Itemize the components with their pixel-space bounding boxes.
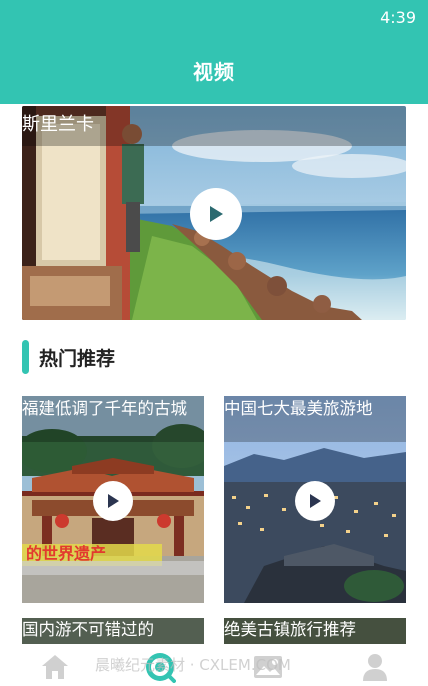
play-icon <box>108 494 119 508</box>
nav-home[interactable] <box>38 650 72 684</box>
home-icon <box>42 655 68 679</box>
watermark: 晨曦纪元素材 · CXLEM.COM <box>95 656 291 674</box>
video-card[interactable]: 中国七大最美旅游地 <box>224 396 406 603</box>
featured-play-button[interactable] <box>190 188 242 240</box>
app-header: 4:39 视频 <box>0 0 428 104</box>
featured-caption: 斯里兰卡 <box>22 106 406 146</box>
card-caption: 绝美古镇旅行推荐 <box>224 620 356 639</box>
nav-user[interactable] <box>358 650 392 684</box>
card-caption: 福建低调了千年的古城 <box>22 396 204 442</box>
video-card[interactable]: 的世界遗产 福建低调了千年的古城 <box>22 396 204 603</box>
section-title: 热门推荐 <box>39 347 116 370</box>
banner-text: 的世界遗产 <box>26 544 106 563</box>
play-icon <box>210 206 223 222</box>
play-icon <box>310 494 321 508</box>
card-play-button[interactable] <box>93 481 133 521</box>
video-card[interactable]: 国内游不可错过的 <box>22 618 204 644</box>
featured-video[interactable]: 斯里兰卡 <box>22 106 406 320</box>
user-icon <box>363 654 387 681</box>
page-title: 视频 <box>193 60 235 84</box>
video-card[interactable]: 绝美古镇旅行推荐 <box>224 618 406 644</box>
section-header: 热门推荐 <box>22 340 115 374</box>
section-accent-bar <box>22 340 29 374</box>
card-caption: 国内游不可错过的 <box>22 620 154 639</box>
card-play-button[interactable] <box>295 481 335 521</box>
card-caption: 中国七大最美旅游地 <box>224 396 406 442</box>
status-time: 4:39 <box>380 8 416 27</box>
